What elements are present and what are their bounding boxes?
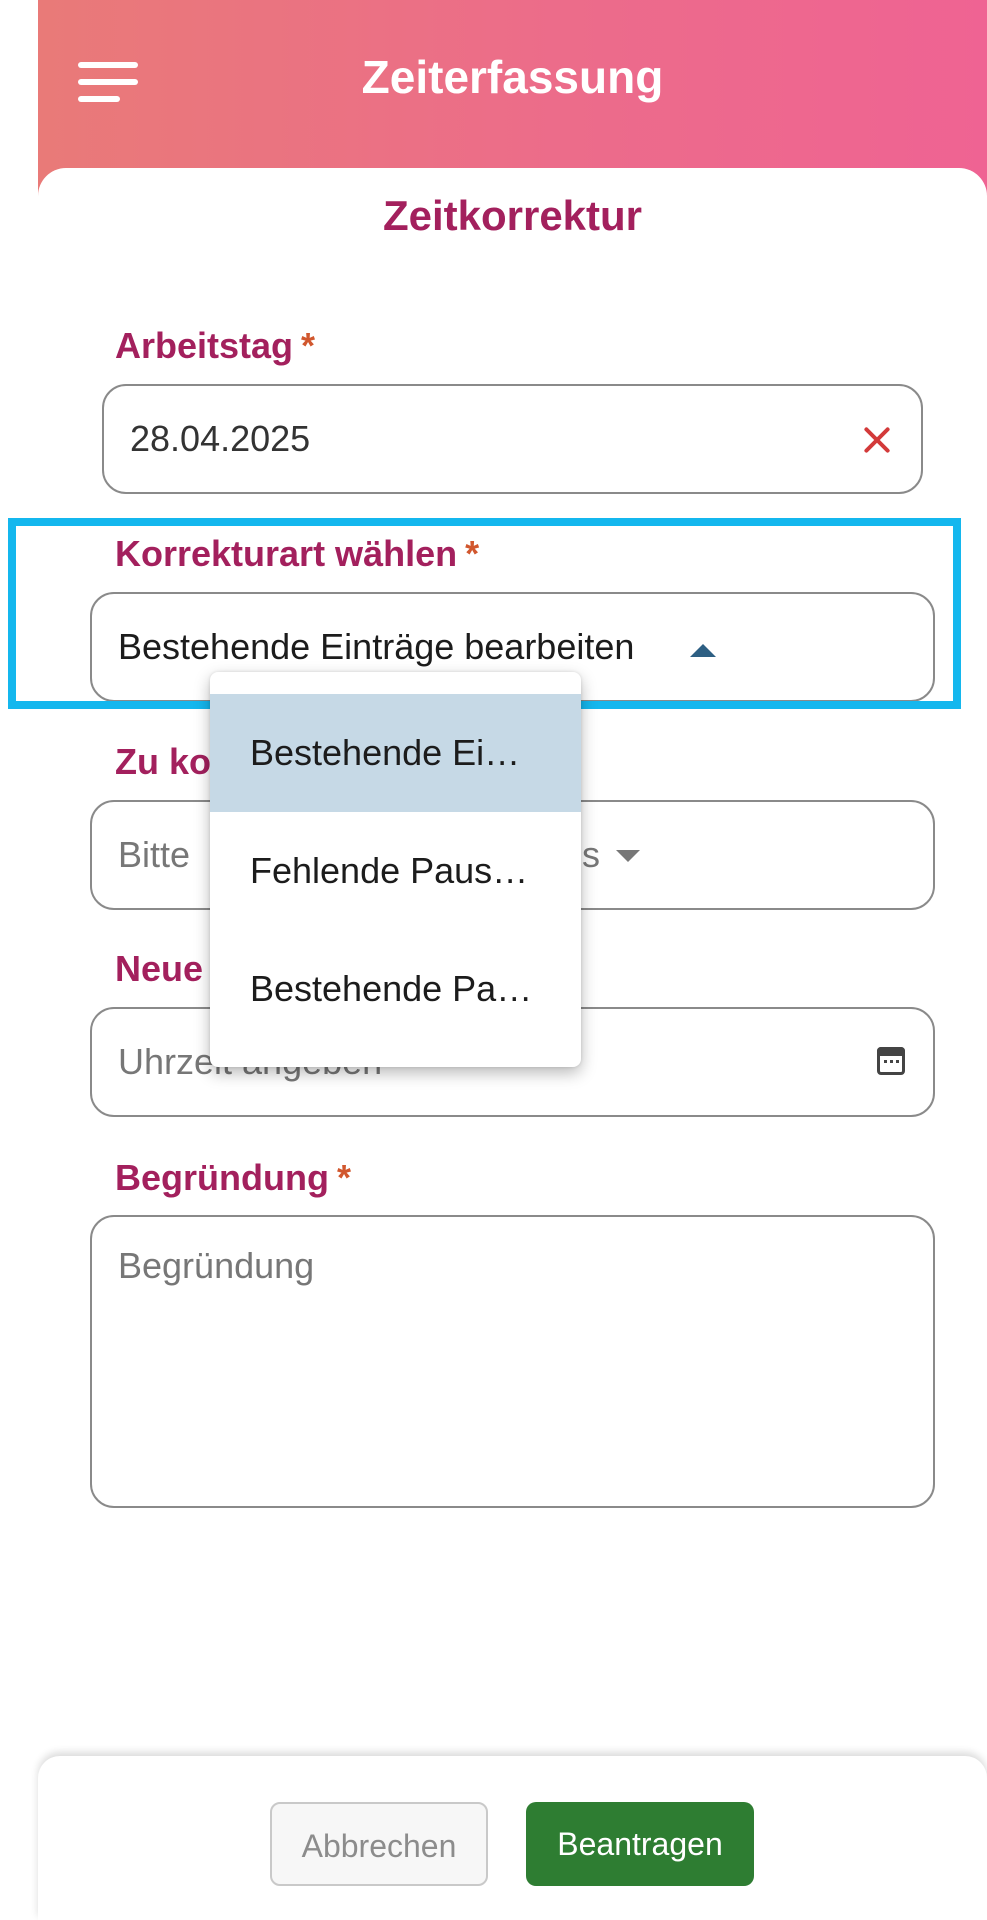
dropdown-option[interactable]: Bestehende Ei… [210,694,581,812]
entry-label: Zu ko [115,741,211,782]
caret-down-icon[interactable] [616,850,640,862]
workday-label: Arbeitstag * [115,325,315,367]
clear-icon[interactable] [863,426,891,454]
workday-field[interactable]: 28.04.2025 [102,384,923,494]
required-marker: * [336,1157,351,1198]
new-time-label: Neue [115,948,204,989]
reason-label: Begründung * [115,1157,351,1199]
workday-label-text: Arbeitstag [115,325,294,366]
dropdown-option[interactable]: Bestehende Pa… [210,930,581,1048]
reason-label-text: Begründung [115,1157,329,1198]
cancel-button[interactable]: Abbrechen [270,1802,488,1886]
workday-value: 28.04.2025 [130,418,311,459]
dropdown-option[interactable]: Fehlende Paus… [210,812,581,930]
required-marker: * [301,325,316,366]
page-title: Zeitkorrektur [382,192,643,239]
correction-type-dropdown: Bestehende Ei… Fehlende Paus… Bestehende… [210,672,581,1067]
submit-button[interactable]: Beantragen [526,1802,754,1886]
reason-textarea[interactable]: Begründung [90,1215,935,1508]
entry-placeholder-end: s [582,834,600,875]
app-title: Zeiterfassung [361,51,664,103]
entry-placeholder-start: Bitte [118,834,191,875]
reason-placeholder: Begründung [118,1245,315,1286]
calendar-icon[interactable] [877,1047,905,1075]
footer-bar [38,1756,987,1920]
